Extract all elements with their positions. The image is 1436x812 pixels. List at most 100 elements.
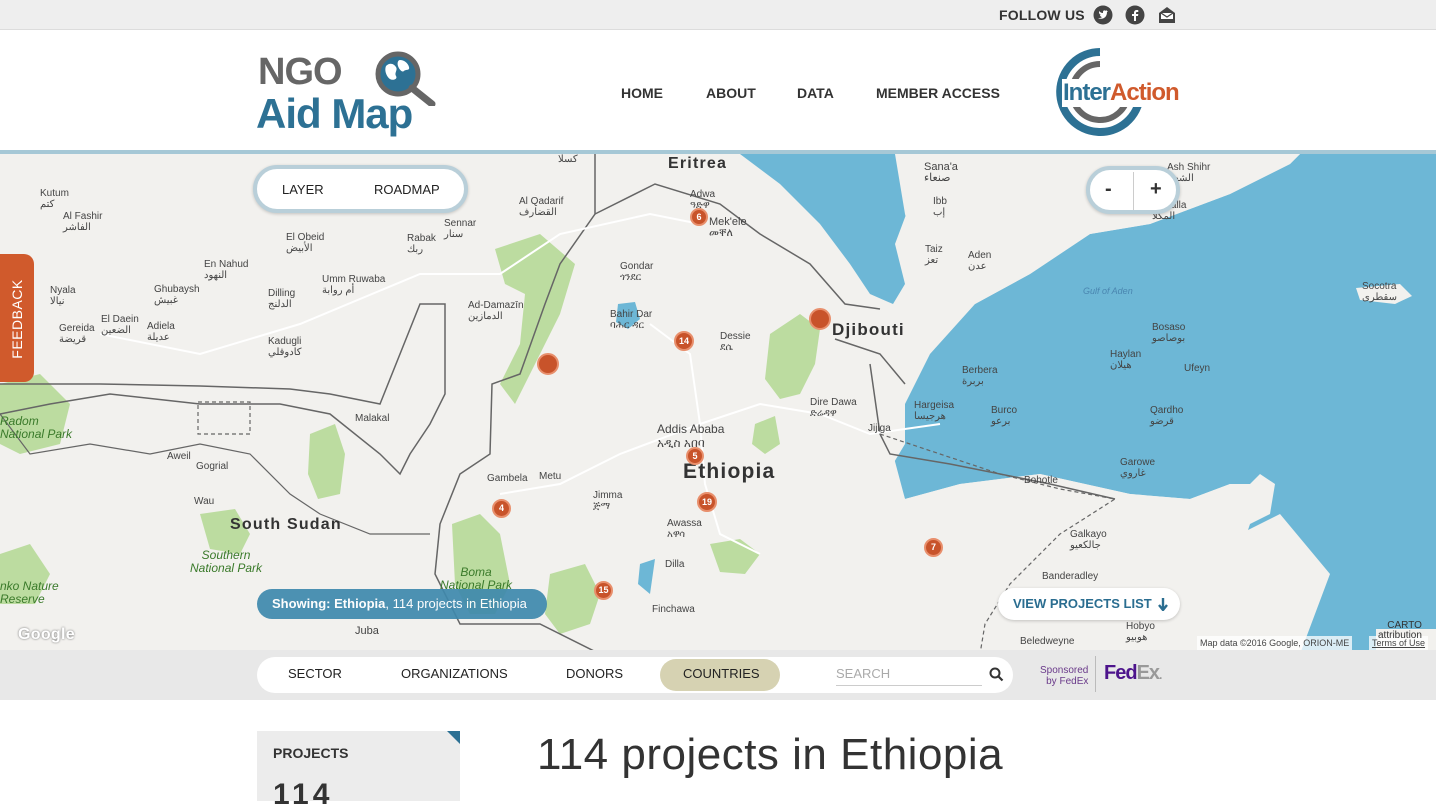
city-label: Gogrial bbox=[196, 461, 229, 472]
nav-home[interactable]: HOME bbox=[621, 85, 663, 101]
feedback-label: FEEDBACK bbox=[9, 279, 25, 359]
country-label-djibouti: Djibouti bbox=[832, 320, 905, 339]
city-label: Metu bbox=[539, 471, 562, 482]
city-label: Dessie ደሴ bbox=[720, 331, 751, 353]
showing-country: Ethiopia bbox=[334, 596, 386, 611]
fedex-logo[interactable]: FedEx. bbox=[1104, 662, 1163, 685]
logo-line-1: NGO bbox=[258, 51, 343, 93]
showing-prefix: Showing: bbox=[272, 596, 331, 611]
park-label-radom: Radom National Park bbox=[0, 414, 73, 441]
showing-badge: Showing: Ethiopia, 114 projects in Ethio… bbox=[257, 589, 547, 619]
city-label: Nyala نيالا bbox=[50, 285, 76, 307]
carto-attribution[interactable]: CARTO attribution bbox=[1378, 621, 1422, 641]
tab-organizations[interactable]: ORGANIZATIONS bbox=[401, 666, 508, 681]
city-label: Kadugli كادوقلي bbox=[268, 336, 302, 358]
showing-rest: , 114 projects in Ethiopia bbox=[385, 596, 527, 611]
feedback-tab[interactable]: FEEDBACK bbox=[0, 254, 34, 382]
page-title: 114 projects in Ethiopia bbox=[537, 730, 1004, 779]
city-label: Adiela عديلة bbox=[147, 321, 175, 343]
city-label: Awassa አዋሳ bbox=[667, 518, 702, 540]
country-label-eritrea: Eritrea bbox=[668, 155, 728, 172]
top-bar bbox=[0, 0, 1436, 30]
city-label: Hobyo هوبيو bbox=[1126, 621, 1155, 643]
city-label: Gondar ጎንደር bbox=[620, 261, 654, 283]
sponsor-divider bbox=[1095, 656, 1096, 692]
city-label: Hargeisa هرجيسا bbox=[914, 400, 955, 422]
city-label: Bosaso بوصاصو bbox=[1152, 322, 1186, 344]
tab-sector[interactable]: SECTOR bbox=[288, 666, 342, 681]
city-label: Ibb إب bbox=[933, 196, 947, 218]
city-label: Mek'ele መቐለ bbox=[709, 216, 747, 239]
project-cluster-marker[interactable]: 5 bbox=[686, 447, 704, 465]
project-cluster-marker[interactable]: 15 bbox=[594, 581, 613, 600]
city-label: Berbera بربرة bbox=[962, 365, 998, 387]
nav-about[interactable]: ABOUT bbox=[706, 85, 756, 101]
park-label-nko: nko Nature Reserve bbox=[0, 579, 59, 606]
mail-icon[interactable] bbox=[1157, 5, 1177, 25]
roadmap-button[interactable]: ROADMAP bbox=[374, 182, 440, 197]
sponsor-label: Sponsored by FedEx bbox=[1040, 665, 1089, 687]
search-input[interactable] bbox=[836, 662, 982, 686]
city-label: Ad-Damazīn الدمازين bbox=[468, 300, 524, 322]
park-label-southern: Southern National Park bbox=[190, 548, 263, 575]
zoom-out-button[interactable]: - bbox=[1105, 178, 1112, 201]
city-label: El Obeid الأبيض bbox=[286, 232, 325, 254]
city-label: Dilling الدلنج bbox=[268, 288, 296, 310]
city-label: Ufeyn bbox=[1184, 363, 1211, 374]
zoom-in-button[interactable]: + bbox=[1150, 178, 1162, 201]
city-label: Qardho قرضو bbox=[1150, 405, 1184, 427]
fedex-logo-ex: Ex bbox=[1136, 662, 1160, 684]
follow-us-label: FOLLOW US bbox=[999, 7, 1085, 23]
country-label-south-sudan: South Sudan bbox=[230, 516, 342, 533]
project-cluster-marker[interactable]: 14 bbox=[674, 331, 694, 351]
tab-donors[interactable]: DONORS bbox=[566, 666, 623, 681]
fedex-logo-fed: Fed bbox=[1104, 662, 1138, 684]
arrow-down-icon bbox=[1158, 598, 1168, 611]
city-label: كسلا bbox=[558, 154, 578, 165]
city-label: Garowe غاروي bbox=[1120, 457, 1156, 479]
facebook-icon[interactable] bbox=[1125, 5, 1145, 25]
city-label: Rabak ربك bbox=[407, 233, 436, 255]
interaction-logo-inter: Inter bbox=[1063, 79, 1111, 106]
city-label: Adwa ዓድዋ bbox=[690, 189, 716, 211]
city-label: Al Qadarif القضارف bbox=[519, 196, 564, 218]
city-label: Gambela bbox=[487, 473, 528, 484]
city-label: Gereida قريضة bbox=[59, 323, 95, 345]
tab-countries[interactable]: COUNTRIES bbox=[683, 666, 760, 681]
city-label: Taiz تعز bbox=[925, 244, 943, 266]
city-label: Beledweyne bbox=[1020, 636, 1075, 647]
city-label: Wau bbox=[194, 496, 215, 507]
nav-data[interactable]: DATA bbox=[797, 85, 834, 101]
city-label: Dilla bbox=[665, 559, 685, 570]
city-label: Bahir Dar ባሕር ዳር bbox=[610, 309, 653, 331]
city-label: Aden عدن bbox=[968, 250, 992, 272]
city-label: Socotra سقطرى bbox=[1362, 281, 1397, 303]
city-label: El Daein الضعين bbox=[101, 314, 139, 336]
view-projects-list-button[interactable]: VIEW PROJECTS LIST bbox=[998, 588, 1180, 620]
map-attribution: Map data ©2016 Google, ORION-ME bbox=[1197, 636, 1353, 650]
project-marker[interactable] bbox=[537, 353, 559, 375]
twitter-icon[interactable] bbox=[1093, 5, 1113, 25]
layer-button[interactable]: LAYER bbox=[282, 182, 324, 197]
city-label: Galkayo جالكعيو bbox=[1070, 529, 1107, 551]
city-label: Addis Ababa አዲስ አበባ bbox=[657, 422, 725, 450]
project-cluster-marker[interactable]: 4 bbox=[492, 499, 511, 518]
city-label: Finchawa bbox=[652, 604, 695, 615]
project-cluster-marker[interactable]: 19 bbox=[697, 492, 717, 512]
city-label: Kutum كتم bbox=[40, 188, 69, 210]
sea-label-gulf-of-aden: Gulf of Aden bbox=[1083, 286, 1133, 296]
search-icon[interactable] bbox=[989, 667, 1004, 682]
city-label: En Nahud النهود bbox=[204, 259, 249, 281]
nav-member-access[interactable]: MEMBER ACCESS bbox=[876, 85, 1000, 101]
city-label: Ghubaysh غبيش bbox=[154, 284, 200, 306]
map-canvas[interactable]: Eritrea Djibouti Ethiopia South Sudan Gu… bbox=[0, 150, 1436, 650]
project-cluster-marker[interactable]: 7 bbox=[924, 538, 943, 557]
projects-count: 114 bbox=[273, 778, 334, 811]
city-label: Bohotle bbox=[1024, 475, 1058, 486]
city-label: Umm Ruwaba أم روابة bbox=[322, 274, 386, 296]
city-label: Jijiga bbox=[868, 423, 891, 434]
corner-fold-icon bbox=[447, 731, 460, 744]
google-logo: Google bbox=[18, 626, 75, 643]
project-cluster-marker[interactable]: 6 bbox=[690, 208, 708, 226]
project-marker[interactable] bbox=[809, 308, 831, 330]
